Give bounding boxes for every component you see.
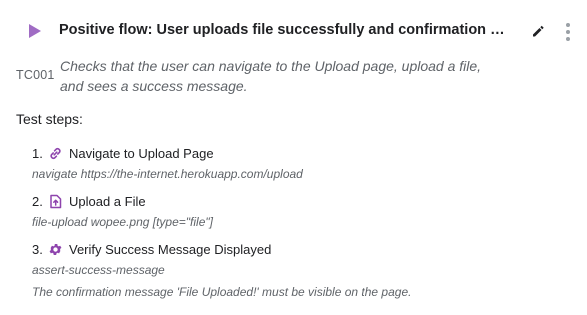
- file-upload-icon: [48, 194, 63, 209]
- step-number: 1.: [32, 145, 43, 161]
- test-case-description: Checks that the user can navigate to the…: [60, 58, 482, 94]
- test-case-id: TC001: [16, 68, 55, 82]
- step-number: 3.: [32, 241, 43, 257]
- step-number: 2.: [32, 193, 43, 209]
- expected-result-note: The confirmation message 'File Uploaded!…: [32, 285, 412, 299]
- step-detail: assert-success-message: [32, 263, 165, 277]
- more-vertical-icon[interactable]: [564, 22, 572, 42]
- step-detail: navigate https://the-internet.herokuapp.…: [32, 167, 303, 181]
- pencil-icon[interactable]: [531, 24, 545, 38]
- test-step: 2. Upload a File file-upload wopee.png […: [32, 192, 552, 230]
- test-case-card: Positive flow: User uploads file success…: [0, 0, 587, 315]
- step-detail: file-upload wopee.png [type="file"]: [32, 215, 213, 229]
- step-label: Verify Success Message Displayed: [69, 241, 272, 257]
- test-step: 3. Verify Success Message Displayed asse…: [32, 240, 552, 278]
- step-label: Upload a File: [69, 193, 146, 209]
- test-case-header[interactable]: Positive flow: User uploads file success…: [0, 14, 587, 48]
- link-icon: [48, 146, 63, 161]
- step-label: Navigate to Upload Page: [69, 145, 214, 161]
- play-icon[interactable]: [28, 23, 42, 39]
- test-case-title: Positive flow: User uploads file success…: [59, 22, 509, 38]
- steps-heading: Test steps:: [16, 111, 83, 127]
- test-step: 1. Navigate to Upload Page navigate http…: [32, 144, 552, 182]
- gear-icon: [48, 242, 63, 257]
